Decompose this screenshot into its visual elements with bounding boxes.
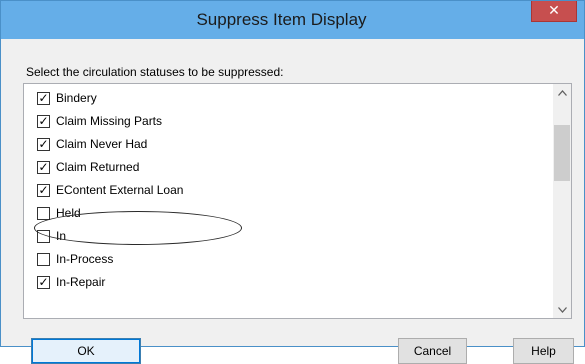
dialog-title: Suppress Item Display <box>196 10 367 29</box>
chevron-down-icon <box>557 307 567 313</box>
checkbox-unchecked[interactable] <box>37 207 50 220</box>
title-bar[interactable]: Suppress Item Display <box>1 1 584 39</box>
cancel-button[interactable]: Cancel <box>398 338 467 364</box>
status-item[interactable]: In <box>24 225 553 248</box>
checkbox-unchecked[interactable] <box>37 230 50 243</box>
help-button[interactable]: Help <box>513 338 574 364</box>
checkbox-checked[interactable]: ✓ <box>37 184 50 197</box>
checkbox-checked[interactable]: ✓ <box>37 92 50 105</box>
close-button[interactable]: ✕ <box>531 1 577 22</box>
scroll-down-button[interactable] <box>553 301 571 318</box>
status-label: Claim Missing Parts <box>56 114 163 128</box>
status-item[interactable]: In-Process <box>24 248 553 271</box>
vertical-scrollbar[interactable] <box>553 84 571 318</box>
scroll-thumb[interactable] <box>554 125 570 181</box>
status-item[interactable]: ✓ In-Repair <box>24 271 553 294</box>
dialog-body: Select the circulation statuses to be su… <box>9 39 576 364</box>
status-item[interactable]: ✓ EContent External Loan <box>24 179 553 202</box>
checkbox-checked[interactable]: ✓ <box>37 138 50 151</box>
status-label: Claim Never Had <box>56 137 148 151</box>
ok-button[interactable]: OK <box>31 338 141 364</box>
status-label: In <box>56 229 67 243</box>
status-label: In-Repair <box>56 275 106 289</box>
status-item[interactable]: ✓ Claim Missing Parts <box>24 110 553 133</box>
chevron-up-icon <box>557 90 567 96</box>
checkbox-checked[interactable]: ✓ <box>37 161 50 174</box>
status-checklist[interactable]: ✓ Bindery ✓ Claim Missing Parts ✓ Claim Never… <box>23 83 572 319</box>
instruction-label: Select the circulation statuses to be su… <box>26 65 284 79</box>
status-label: Held <box>56 206 81 220</box>
status-label: In-Process <box>56 252 114 266</box>
status-label: EContent External Loan <box>56 183 184 197</box>
status-item[interactable]: ✓ Bindery <box>24 87 553 110</box>
suppress-item-display-dialog: Suppress Item Display ✕ Select the circu… <box>0 0 585 364</box>
status-label: Bindery <box>56 91 97 105</box>
checkbox-unchecked[interactable] <box>37 253 50 266</box>
status-item[interactable]: ✓ Claim Returned <box>24 156 553 179</box>
status-item[interactable]: Held <box>24 202 553 225</box>
scroll-up-button[interactable] <box>553 84 571 101</box>
status-list: ✓ Bindery ✓ Claim Missing Parts ✓ Claim Never… <box>24 87 553 294</box>
status-label: Claim Returned <box>56 160 140 174</box>
close-icon: ✕ <box>548 2 560 18</box>
status-item[interactable]: ✓ Claim Never Had <box>24 133 553 156</box>
checkbox-checked[interactable]: ✓ <box>37 276 50 289</box>
checkbox-checked[interactable]: ✓ <box>37 115 50 128</box>
